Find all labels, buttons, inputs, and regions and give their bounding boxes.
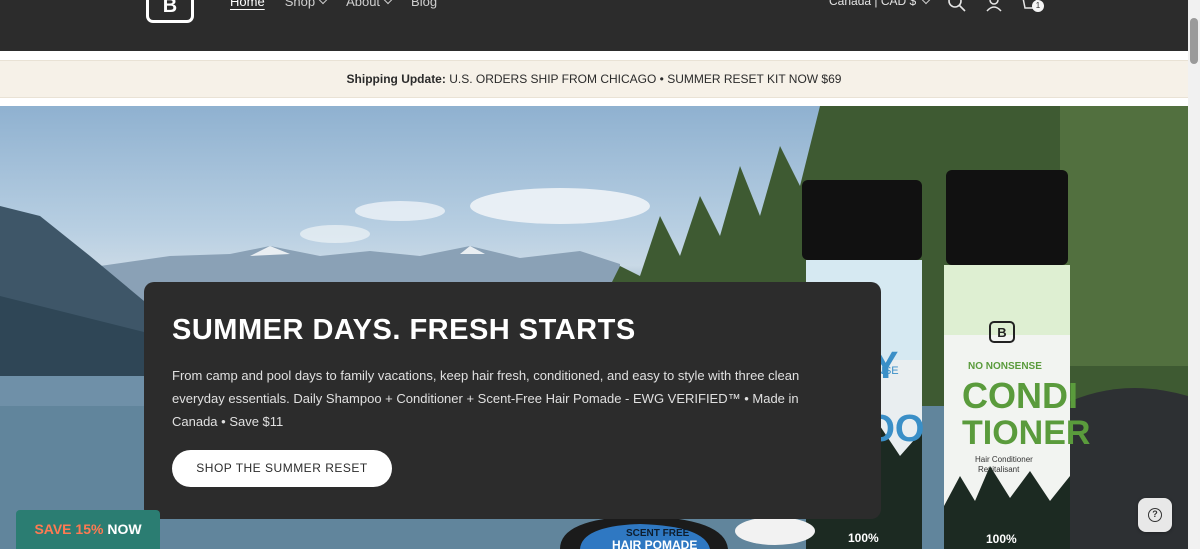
announcement-bold: Shipping Update:	[346, 72, 446, 86]
nav-shop[interactable]: Shop	[284, 0, 328, 9]
conditioner-name-1: CONDI	[962, 375, 1078, 416]
brand-logo[interactable]: B	[146, 0, 194, 23]
conditioner-sub-1: Hair Conditioner	[975, 455, 1033, 464]
conditioner-brand: NO NONSENSE	[968, 361, 1042, 372]
help-button[interactable]: ?	[1138, 498, 1172, 532]
nav-home-label: Home	[230, 0, 265, 9]
nav-shop-label: Shop	[284, 0, 316, 9]
hero-banner: Y POO NSE 100% B NO NONSENSE CONDI TIONE…	[0, 106, 1188, 549]
main-nav: Home Shop About Blog	[230, 0, 437, 9]
conditioner-percent: 100%	[986, 532, 1017, 546]
scrollbar-thumb[interactable]	[1190, 18, 1198, 64]
search-icon[interactable]	[947, 0, 967, 13]
save-15-badge[interactable]: SAVE 15% NOW	[16, 510, 160, 549]
help-icon: ?	[1148, 508, 1162, 522]
announcement-bar: Shipping Update: U.S. ORDERS SHIP FROM C…	[0, 60, 1188, 98]
chevron-down-icon	[921, 0, 931, 4]
site-header: B Home Shop About Blog Canada | CAD $ 1	[0, 0, 1188, 51]
hero-content-panel: SUMMER DAYS. FRESH STARTS From camp and …	[144, 282, 881, 519]
page: B Home Shop About Blog Canada | CAD $ 1 …	[0, 0, 1200, 549]
cart-count-badge: 1	[1032, 0, 1044, 12]
nav-about[interactable]: About	[346, 0, 393, 9]
save-now-text: NOW	[103, 521, 142, 537]
announcement-text: U.S. ORDERS SHIP FROM CHICAGO • SUMMER R…	[445, 72, 842, 86]
hero-title: SUMMER DAYS. FRESH STARTS	[172, 314, 636, 346]
nav-home[interactable]: Home	[230, 0, 265, 9]
chevron-down-icon	[383, 0, 393, 5]
conditioner-logo: B	[997, 325, 1006, 340]
page-scrollbar[interactable]	[1188, 0, 1200, 549]
nav-about-label: About	[346, 0, 381, 9]
nav-blog[interactable]: Blog	[411, 0, 437, 9]
pomade-name: HAIR POMADE	[612, 538, 697, 549]
shop-summer-reset-button[interactable]: SHOP THE SUMMER RESET	[172, 450, 392, 487]
account-icon[interactable]	[984, 0, 1004, 13]
country-selector[interactable]: Canada | CAD $	[829, 0, 931, 8]
shampoo-percent: 100%	[848, 531, 879, 545]
conditioner-sub-2: Revitalisant	[978, 465, 1020, 474]
nav-blog-label: Blog	[411, 0, 438, 9]
hero-description: From camp and pool days to family vacati…	[172, 368, 800, 429]
conditioner-name-2: TIONER	[962, 414, 1090, 452]
save-pct-text: SAVE 15%	[34, 521, 104, 537]
country-label: Canada | CAD $	[829, 0, 917, 8]
chevron-down-icon	[318, 0, 328, 5]
